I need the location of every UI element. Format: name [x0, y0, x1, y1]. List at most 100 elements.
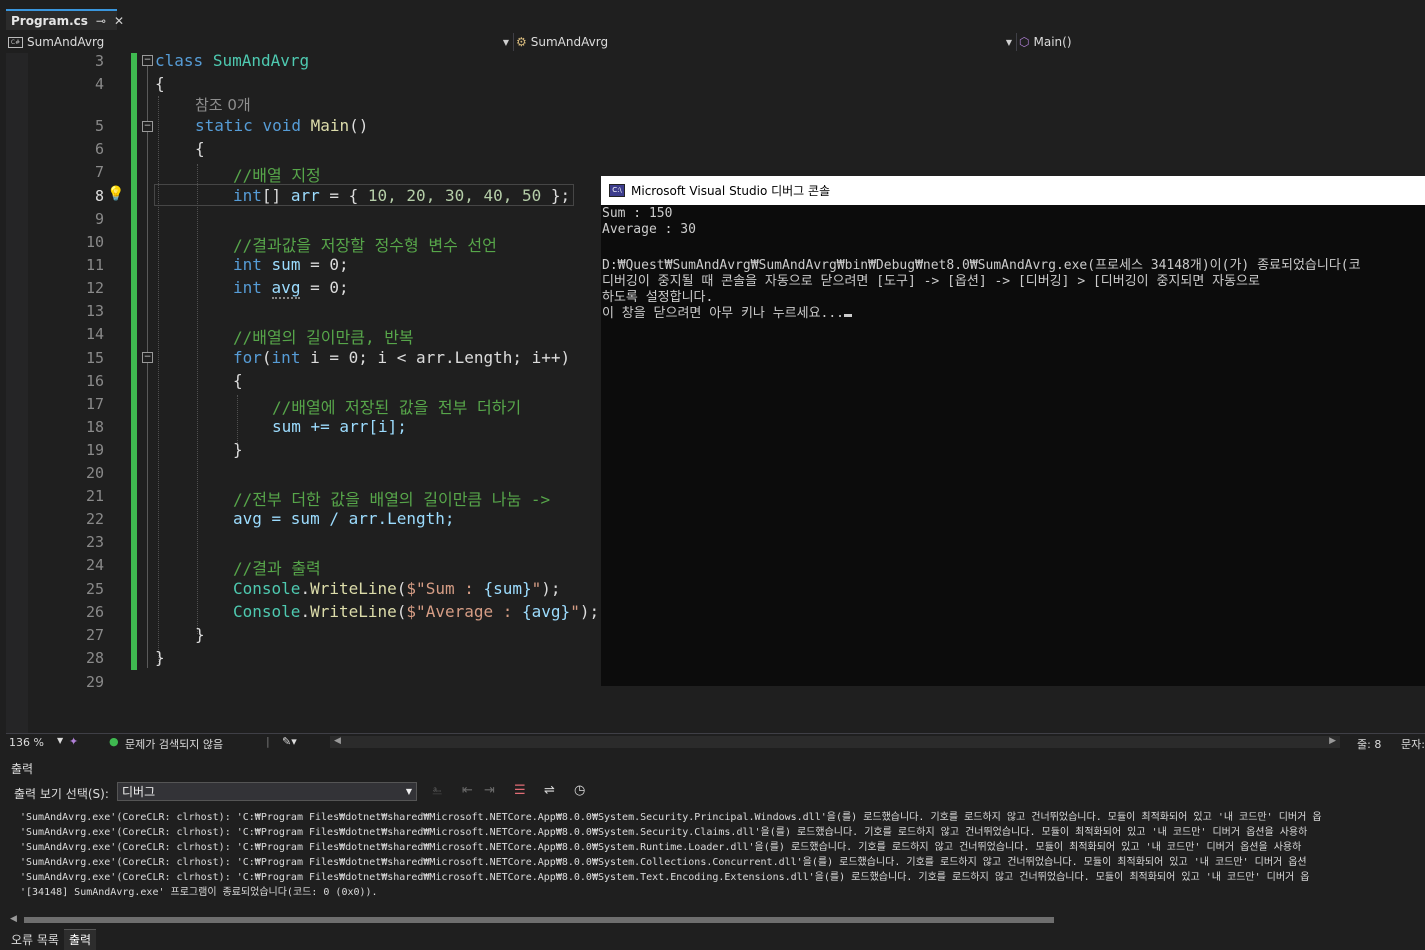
previous-message-icon[interactable]: ⇤: [462, 783, 473, 798]
indent-guide: [158, 96, 159, 666]
editor-margin: [6, 53, 28, 733]
scroll-right-icon[interactable]: ▶: [1329, 736, 1336, 746]
tab-output[interactable]: 출력: [63, 928, 97, 950]
line-number: 26: [85, 603, 104, 621]
code-line-12: int avg = 0;: [233, 278, 349, 299]
divider: |: [266, 735, 270, 748]
line-number: 12: [85, 279, 104, 297]
zoom-level[interactable]: 136 %: [9, 736, 44, 749]
line-number: 22: [85, 510, 104, 528]
line-number: 29: [85, 673, 104, 691]
collapse-icon[interactable]: −: [142, 352, 153, 363]
line-number: 21: [85, 487, 104, 505]
code-line-7: //배열 지정: [233, 166, 321, 185]
scroll-left-icon[interactable]: ◀: [10, 914, 17, 924]
line-number: 27: [85, 626, 104, 644]
console-cursor: [844, 314, 853, 317]
code-line-25: Console.WriteLine($"Sum : {sum}");: [233, 579, 561, 598]
console-line: 이 창을 닫으려면 아무 키나 누르세요...: [602, 306, 845, 321]
issues-status[interactable]: 문제가 검색되지 않음: [125, 736, 223, 752]
line-number: 19: [85, 441, 104, 459]
code-line-11: int sum = 0;: [233, 255, 349, 274]
chevron-down-icon[interactable]: ▼: [57, 736, 63, 745]
code-line-26: Console.WriteLine($"Average : {avg}");: [233, 602, 600, 621]
line-number: 23: [85, 533, 104, 551]
reference-codelens[interactable]: 참조 0개: [195, 94, 251, 115]
tab-title: Program.cs: [11, 13, 88, 28]
output-line: 'SumAndAvrg.exe'(CoreCLR: clrhost): 'C:₩…: [20, 842, 1302, 853]
line-number: 6: [94, 140, 104, 158]
console-title-bar[interactable]: C:\ Microsoft Visual Studio 디버그 콘솔: [601, 176, 1425, 205]
debug-console-window[interactable]: C:\ Microsoft Visual Studio 디버그 콘솔 Sum :…: [601, 176, 1425, 686]
clock-icon[interactable]: ◷: [574, 783, 585, 798]
class-dropdown[interactable]: ⚙ SumAndAvrg ▼: [516, 31, 1016, 53]
line-number: 18: [85, 418, 104, 436]
divider: [1016, 33, 1017, 51]
scrollbar-thumb[interactable]: [24, 917, 1054, 923]
project-name: SumAndAvrg: [27, 35, 105, 49]
clear-all-icon[interactable]: ☰: [514, 783, 526, 798]
line-number: 9: [94, 210, 104, 228]
code-line-24: //결과 출력: [233, 559, 321, 578]
output-line: 'SumAndAvrg.exe'(CoreCLR: clrhost): 'C:₩…: [20, 812, 1322, 823]
line-number: 17: [85, 395, 104, 413]
project-icon: C#: [8, 36, 23, 48]
output-source-label: 출력 보기 선택(S):: [14, 787, 109, 801]
tab-error-list[interactable]: 오류 목록: [6, 929, 64, 949]
lightbulb-icon[interactable]: 💡: [107, 186, 124, 204]
console-title: Microsoft Visual Studio 디버그 콘솔: [631, 184, 831, 198]
code-line-3: class SumAndAvrg: [155, 51, 310, 70]
output-line: 'SumAndAvrg.exe'(CoreCLR: clrhost): 'C:₩…: [20, 872, 1310, 883]
code-line-19: }: [233, 440, 243, 459]
code-line-6: {: [195, 139, 205, 158]
output-line: 'SumAndAvrg.exe'(CoreCLR: clrhost): 'C:₩…: [20, 857, 1307, 868]
member-dropdown[interactable]: ⬡ Main(): [1019, 31, 1425, 53]
copilot-icon[interactable]: ✦: [69, 735, 78, 748]
code-line-17: //배열에 저장된 값을 전부 더하기: [272, 398, 522, 417]
code-line-10: //결과값을 저장할 정수형 변수 선언: [233, 236, 497, 255]
code-line-15: for(int i = 0; i < arr.Length; i++): [233, 348, 571, 367]
line-number: 13: [85, 302, 104, 320]
console-line: Average : 30: [602, 222, 696, 237]
horizontal-scrollbar[interactable]: ◀ ▶: [330, 736, 1340, 748]
line-number: 16: [85, 372, 104, 390]
find-message-icon[interactable]: ⎁: [432, 783, 442, 798]
chevron-down-icon: ▼: [502, 37, 509, 47]
collapse-icon[interactable]: −: [142, 121, 153, 132]
pin-icon[interactable]: ⊸: [96, 14, 106, 28]
brush-icon[interactable]: ✎▾: [282, 735, 297, 748]
class-name: SumAndAvrg: [530, 35, 609, 49]
check-circle-icon: ●: [109, 735, 119, 748]
console-line: Sum : 150: [602, 206, 673, 221]
class-icon: ⚙: [516, 35, 527, 49]
output-text-area[interactable]: 'SumAndAvrg.exe'(CoreCLR: clrhost): 'C:₩…: [6, 806, 1425, 910]
collapse-icon[interactable]: −: [142, 55, 153, 66]
line-number: 20: [85, 464, 104, 482]
line-number: 14: [85, 325, 104, 343]
console-icon: C:\: [609, 184, 625, 197]
document-tab-bar: Program.cs ⊸ ✕: [0, 0, 1425, 30]
output-line: '[34148] SumAndAvrg.exe' 프로그램이 종료되었습니다(코…: [20, 887, 378, 898]
next-message-icon[interactable]: ⇥: [484, 783, 495, 798]
tab-program-cs[interactable]: Program.cs ⊸ ✕: [6, 9, 124, 30]
line-number: 10: [85, 233, 104, 251]
output-source-select[interactable]: 디버그 ▼: [117, 782, 417, 801]
scroll-left-icon[interactable]: ◀: [334, 736, 341, 746]
chevron-down-icon: ▼: [405, 787, 412, 796]
column-indicator: 문자:: [1401, 738, 1425, 751]
project-dropdown[interactable]: C# SumAndAvrg ▼: [8, 31, 513, 53]
bottom-panel-tabs: 오류 목록 출력: [6, 928, 1425, 950]
line-number: 8: [94, 187, 104, 205]
word-wrap-icon[interactable]: ⇌: [544, 783, 555, 798]
close-icon[interactable]: ✕: [114, 14, 124, 28]
code-line-21: //전부 더한 값을 배열의 길이만큼 나눔 ->: [233, 490, 551, 509]
line-number: 7: [94, 163, 104, 181]
line-number: 4: [94, 75, 104, 93]
line-number: 11: [85, 256, 104, 274]
code-line-8: int[] arr = { 10, 20, 30, 40, 50 };: [233, 186, 571, 205]
code-line-4: {: [155, 74, 165, 93]
code-line-27: }: [195, 625, 205, 644]
fold-line: [147, 66, 148, 668]
line-number: 25: [85, 580, 104, 598]
line-number: 28: [85, 649, 104, 667]
